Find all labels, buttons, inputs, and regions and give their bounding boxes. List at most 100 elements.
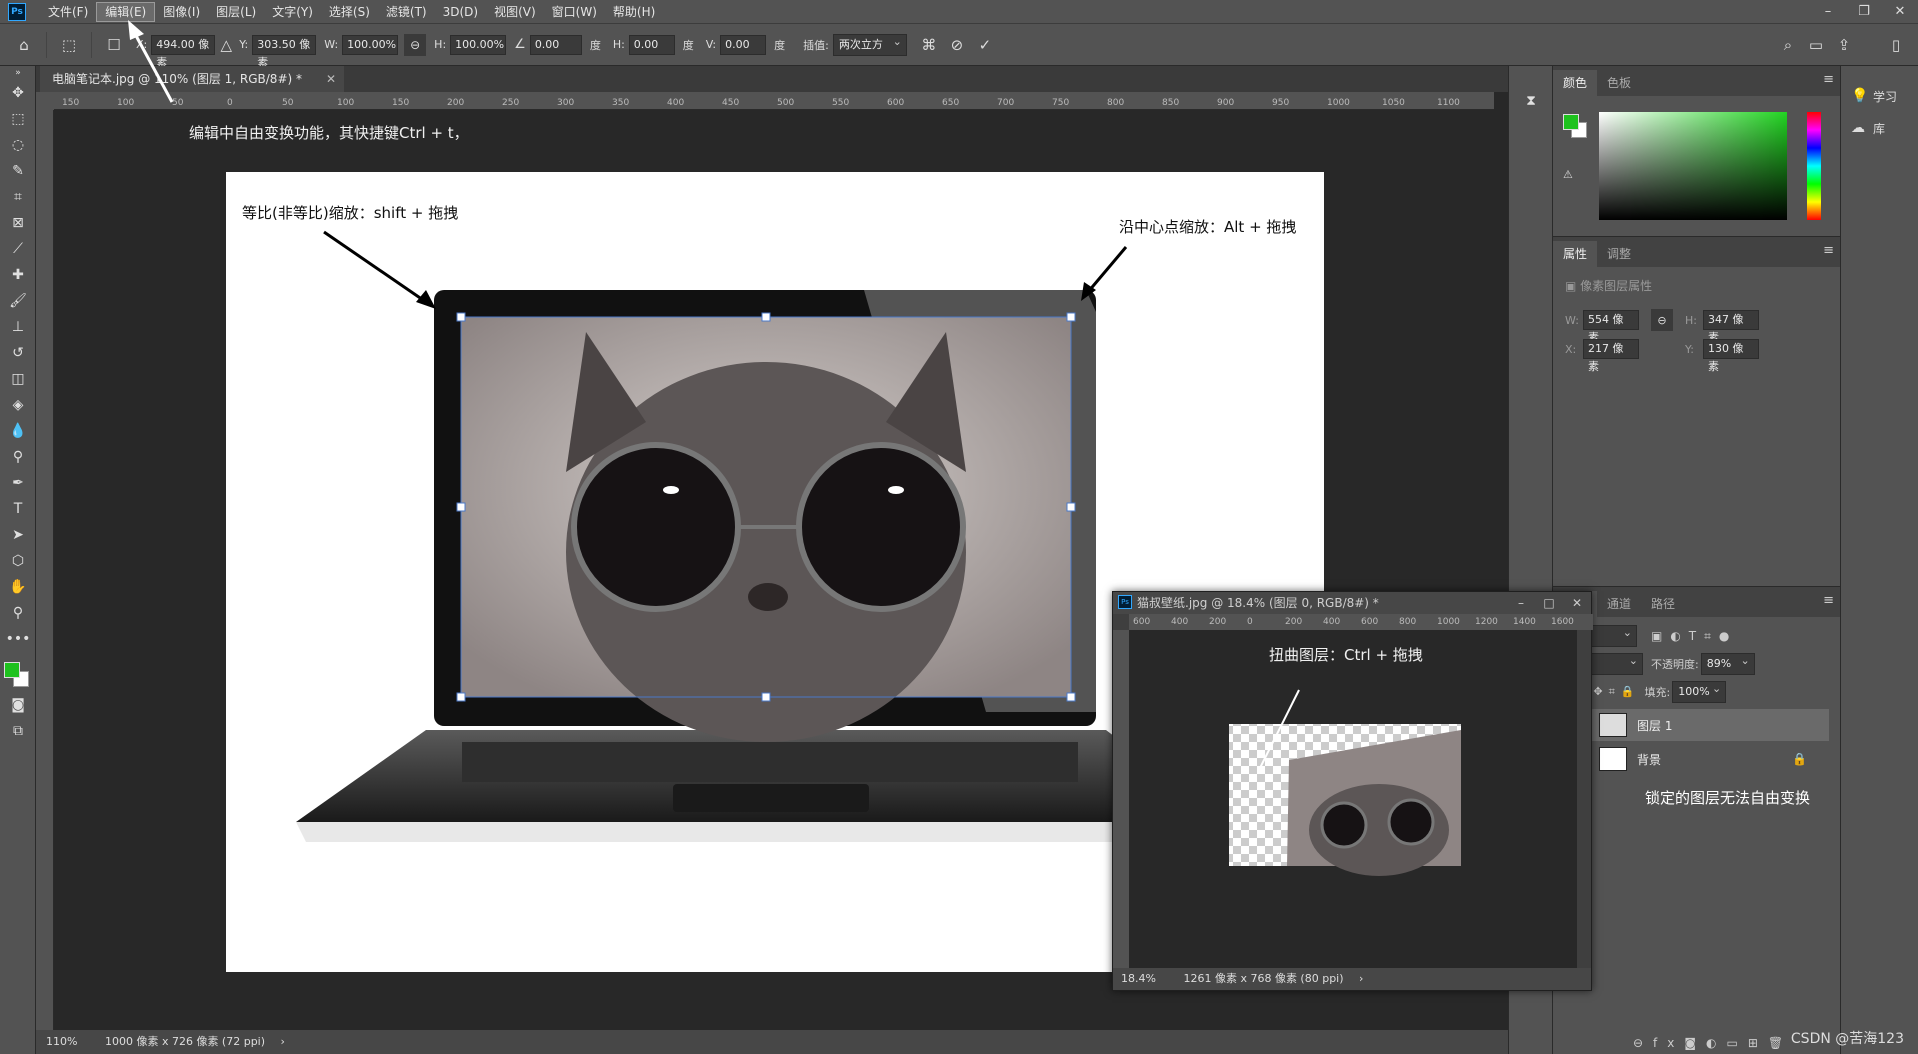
menu-file[interactable]: 文件(F) (40, 0, 96, 24)
width-percent-field[interactable]: 100.00% (342, 34, 399, 55)
workspace-icon[interactable]: ▭ (1802, 31, 1830, 59)
pen-tool-icon[interactable]: ✒ (0, 470, 36, 496)
move-tool-icon[interactable]: ✥ (0, 80, 36, 106)
layer-name[interactable]: 图层 1 (1637, 717, 1672, 734)
minimize-icon[interactable]: – (1507, 592, 1535, 614)
status-menu-icon[interactable]: › (281, 1035, 285, 1048)
tab-paths[interactable]: 路径 (1641, 591, 1685, 617)
paint-bucket-tool-icon[interactable]: ◈ (0, 392, 36, 418)
height-percent-field[interactable]: 100.00% (450, 34, 507, 55)
menu-select[interactable]: 选择(S) (321, 0, 378, 24)
layer-filter-icons[interactable]: ▣◐T⌗● (1651, 629, 1737, 644)
status-menu-icon[interactable]: › (1359, 972, 1363, 985)
eyedropper-tool-icon[interactable]: ⟋ (0, 236, 36, 262)
prop-x-field[interactable]: 217 像素 (1583, 339, 1639, 373)
zoom-level[interactable]: 110% (46, 1035, 77, 1048)
opacity-field[interactable]: 89% (1700, 651, 1755, 675)
h-skew-field[interactable]: 0.00 (628, 34, 675, 55)
home-icon[interactable]: ⌂ (10, 31, 38, 59)
shape-tool-icon[interactable]: ⬡ (0, 548, 36, 574)
menu-view[interactable]: 视图(V) (486, 0, 544, 24)
v-skew-field[interactable]: 0.00 (720, 34, 767, 55)
sidebar-toggle-icon[interactable]: ▯ (1882, 31, 1910, 59)
more-tools-icon[interactable]: ••• (0, 626, 36, 652)
lock-icon[interactable]: 🔒 (1792, 752, 1807, 766)
healing-brush-tool-icon[interactable]: ✚ (0, 262, 36, 288)
minimize-icon[interactable]: – (1810, 0, 1846, 24)
dodge-tool-icon[interactable]: ⚲ (0, 444, 36, 470)
layer-row[interactable]: 背景 🔒 (1553, 743, 1829, 775)
share-icon[interactable]: ⇪ (1830, 31, 1858, 59)
hand-tool-icon[interactable]: ✋ (0, 574, 36, 600)
tab-color[interactable]: 颜色 (1553, 70, 1598, 96)
warp-mode-icon[interactable]: ⌘ (915, 31, 943, 59)
prop-link-icon[interactable]: ⊖ (1651, 309, 1673, 331)
crop-tool-icon[interactable]: ⌗ (0, 184, 36, 210)
floating-canvas[interactable]: 扭曲图层：Ctrl + 拖拽 (1129, 630, 1577, 970)
floating-zoom-level[interactable]: 18.4% (1121, 972, 1156, 985)
tab-swatches[interactable]: 色板 (1597, 70, 1641, 96)
search-icon[interactable]: ⌕ (1774, 31, 1802, 59)
gamut-warning-icon[interactable]: ⚠ (1563, 168, 1573, 181)
foreground-color-swatch[interactable] (4, 662, 20, 678)
y-position-field[interactable]: 303.50 像素 (252, 34, 317, 69)
link-aspect-icon[interactable]: ⊖ (404, 33, 427, 56)
panel-menu-icon[interactable]: ≡ (1823, 72, 1834, 87)
tab-channels[interactable]: 通道 (1597, 591, 1641, 617)
close-tab-icon[interactable]: ✕ (326, 66, 336, 92)
color-picker-field[interactable] (1599, 112, 1787, 220)
prop-height-field[interactable]: 347 像素 (1703, 310, 1759, 344)
document-tab[interactable]: 电脑笔记本.jpg @ 110% (图层 1, RGB/8#) * ✕ (40, 66, 344, 92)
relative-position-icon[interactable]: △ (215, 31, 237, 59)
quick-mask-icon[interactable]: ◙ (0, 692, 36, 718)
horizontal-ruler[interactable]: 150 100 50 0 50 100 150 200 250 300 350 400 450 500 55… (54, 92, 1494, 110)
layer-footer-icons[interactable]: ⊖fx◙◐▭⊞🗑 (1633, 1036, 1793, 1050)
menu-help[interactable]: 帮助(H) (605, 0, 663, 24)
close-icon[interactable]: ✕ (1882, 0, 1918, 24)
layer-name[interactable]: 背景 (1637, 751, 1661, 768)
menu-window[interactable]: 窗口(W) (544, 0, 605, 24)
menu-type[interactable]: 文字(Y) (264, 0, 321, 24)
floating-vertical-ruler[interactable] (1113, 630, 1129, 970)
prop-y-field[interactable]: 130 像素 (1703, 339, 1759, 373)
clone-stamp-tool-icon[interactable]: ⊥ (0, 314, 36, 340)
panel-menu-icon[interactable]: ≡ (1823, 593, 1834, 608)
maximize-icon[interactable]: □ (1535, 592, 1563, 614)
close-icon[interactable]: ✕ (1563, 592, 1591, 614)
lasso-tool-icon[interactable]: ◌ (0, 132, 36, 158)
commit-transform-icon[interactable]: ✓ (971, 31, 999, 59)
floating-document-window[interactable]: Ps 猫叔壁纸.jpg @ 18.4% (图层 0, RGB/8#) * – □… (1112, 591, 1593, 991)
restore-icon[interactable]: ❐ (1846, 0, 1882, 24)
floating-window-titlebar[interactable]: Ps 猫叔壁纸.jpg @ 18.4% (图层 0, RGB/8#) * – □… (1113, 592, 1591, 614)
toolbar-collapse-icon[interactable]: » (0, 66, 36, 80)
type-tool-icon[interactable]: T (0, 496, 36, 522)
cancel-transform-icon[interactable]: ⊘ (943, 31, 971, 59)
menu-3d[interactable]: 3D(D) (435, 0, 486, 24)
history-panel-icon[interactable]: ⧗ (1509, 88, 1553, 114)
interpolation-select[interactable]: 两次立方 (832, 32, 907, 56)
fg-color-chip[interactable] (1563, 114, 1579, 130)
marquee-tool-icon[interactable]: ⬚ (0, 106, 36, 132)
eraser-tool-icon[interactable]: ◫ (0, 366, 36, 392)
fill-field[interactable]: 100% (1672, 679, 1727, 703)
transform-tool-icon[interactable]: ⬚ (55, 31, 83, 59)
hue-slider[interactable] (1807, 112, 1821, 220)
layer-row[interactable]: 图层 1 (1553, 709, 1829, 741)
panel-menu-icon[interactable]: ≡ (1823, 243, 1834, 258)
prop-width-field[interactable]: 554 像素 (1583, 310, 1639, 344)
floating-horizontal-ruler[interactable]: 600 400 200 0 200 400 600 800 1000 1200 1400 1600 (1129, 614, 1593, 630)
path-select-tool-icon[interactable]: ➤ (0, 522, 36, 548)
rotate-angle-field[interactable]: 0.00 (529, 34, 582, 55)
frame-tool-icon[interactable]: ⊠ (0, 210, 36, 236)
vertical-ruler[interactable] (36, 110, 54, 1030)
zoom-tool-icon[interactable]: ⚲ (0, 600, 36, 626)
menu-filter[interactable]: 滤镜(T) (378, 0, 435, 24)
quick-select-tool-icon[interactable]: ✎ (0, 158, 36, 184)
learn-button[interactable]: 💡 学习 (1841, 80, 1918, 112)
library-button[interactable]: ☁ 库 (1841, 112, 1918, 144)
screen-mode-icon[interactable]: ⧉ (0, 718, 36, 744)
tab-properties[interactable]: 属性 (1553, 241, 1598, 267)
tab-adjustments[interactable]: 调整 (1597, 241, 1641, 267)
menu-layer[interactable]: 图层(L) (208, 0, 264, 24)
history-brush-tool-icon[interactable]: ↺ (0, 340, 36, 366)
